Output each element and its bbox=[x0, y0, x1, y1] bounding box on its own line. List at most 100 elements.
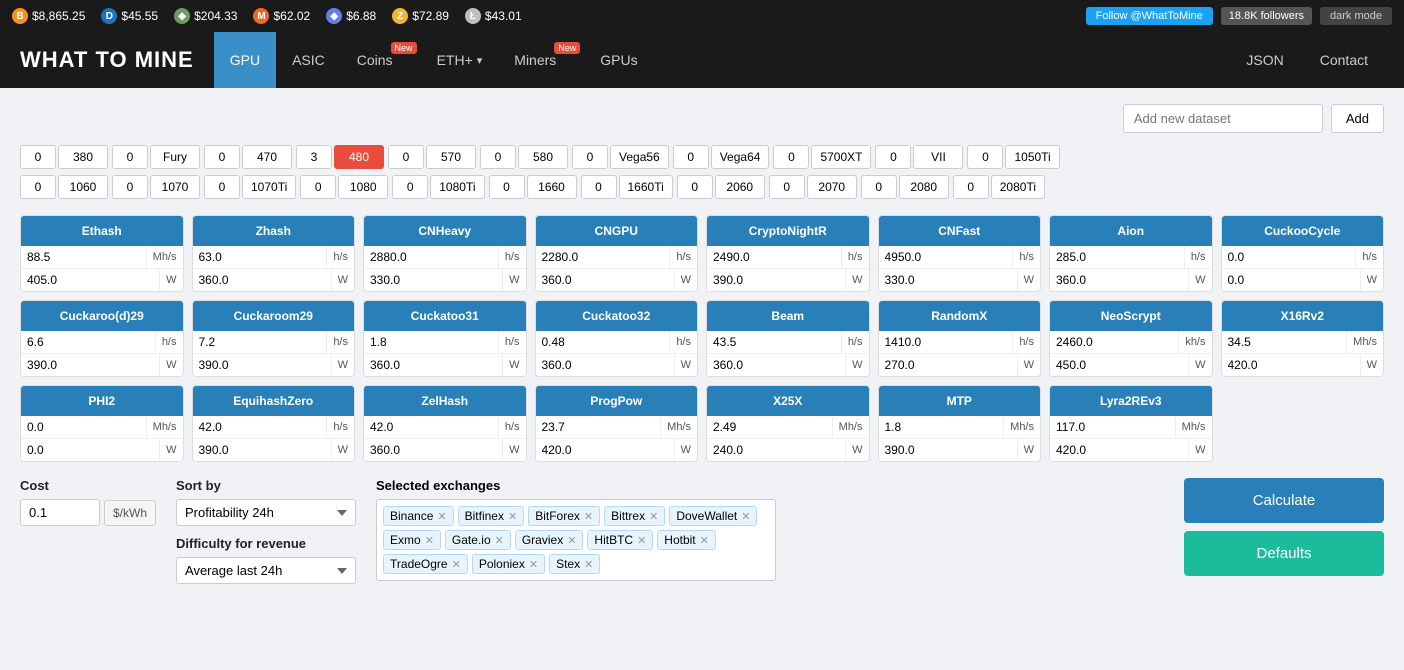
algo-power-input[interactable] bbox=[364, 269, 503, 291]
algo-hashrate-input[interactable] bbox=[879, 331, 1014, 353]
algo-header[interactable]: RandomX bbox=[879, 301, 1041, 331]
gpu-count-input[interactable] bbox=[20, 145, 56, 169]
cost-input[interactable] bbox=[20, 499, 100, 526]
algo-power-input[interactable] bbox=[193, 439, 332, 461]
follow-button[interactable]: Follow @WhatToMine bbox=[1086, 7, 1213, 25]
gpu-count-input[interactable] bbox=[769, 175, 805, 199]
exchange-remove-button[interactable]: ✕ bbox=[437, 510, 446, 523]
algo-power-input[interactable] bbox=[1222, 354, 1361, 376]
algo-power-input[interactable] bbox=[1222, 269, 1361, 291]
algo-hashrate-input[interactable] bbox=[1050, 246, 1185, 268]
algo-header[interactable]: CNGPU bbox=[536, 216, 698, 246]
gpu-count-input[interactable] bbox=[300, 175, 336, 199]
exchange-remove-button[interactable]: ✕ bbox=[452, 558, 461, 571]
algo-power-input[interactable] bbox=[879, 269, 1018, 291]
algo-header[interactable]: Cuckaroo(d)29 bbox=[21, 301, 183, 331]
algo-power-input[interactable] bbox=[707, 269, 846, 291]
sortby-select[interactable]: Profitability 24hProfitability 1hRevenue… bbox=[176, 499, 356, 526]
exchange-remove-button[interactable]: ✕ bbox=[495, 534, 504, 547]
algo-header[interactable]: Cuckaroom29 bbox=[193, 301, 355, 331]
algo-power-input[interactable] bbox=[193, 269, 332, 291]
gpu-count-input[interactable] bbox=[861, 175, 897, 199]
gpu-count-input[interactable] bbox=[489, 175, 525, 199]
algo-power-input[interactable] bbox=[1050, 354, 1189, 376]
calculate-button[interactable]: Calculate bbox=[1184, 478, 1384, 523]
gpu-count-input[interactable] bbox=[296, 145, 332, 169]
gpu-count-input[interactable] bbox=[112, 145, 148, 169]
nav-eth-plus[interactable]: ETH+ ▾ bbox=[421, 32, 499, 88]
gpu-count-input[interactable] bbox=[392, 175, 428, 199]
gpu-count-input[interactable] bbox=[581, 175, 617, 199]
gpu-count-input[interactable] bbox=[677, 175, 713, 199]
gpu-count-input[interactable] bbox=[673, 145, 709, 169]
gpu-count-input[interactable] bbox=[388, 145, 424, 169]
algo-header[interactable]: X16Rv2 bbox=[1222, 301, 1384, 331]
exchange-remove-button[interactable]: ✕ bbox=[425, 534, 434, 547]
algo-power-input[interactable] bbox=[536, 439, 675, 461]
exchange-remove-button[interactable]: ✕ bbox=[567, 534, 576, 547]
nav-gpu[interactable]: GPU bbox=[214, 32, 276, 88]
exchange-remove-button[interactable]: ✕ bbox=[584, 558, 593, 571]
algo-hashrate-input[interactable] bbox=[21, 246, 147, 268]
algo-power-input[interactable] bbox=[536, 269, 675, 291]
algo-header[interactable]: Cuckatoo32 bbox=[536, 301, 698, 331]
algo-hashrate-input[interactable] bbox=[364, 246, 499, 268]
algo-power-input[interactable] bbox=[707, 439, 846, 461]
algo-hashrate-input[interactable] bbox=[536, 331, 671, 353]
algo-header[interactable]: Zhash bbox=[193, 216, 355, 246]
algo-header[interactable]: CuckooCycle bbox=[1222, 216, 1384, 246]
algo-hashrate-input[interactable] bbox=[536, 246, 671, 268]
add-dataset-button[interactable]: Add bbox=[1331, 104, 1384, 133]
algo-hashrate-input[interactable] bbox=[1222, 331, 1348, 353]
algo-header[interactable]: EquihashZero bbox=[193, 386, 355, 416]
algo-header[interactable]: CNFast bbox=[879, 216, 1041, 246]
nav-gpus[interactable]: GPUs bbox=[584, 32, 653, 88]
algo-hashrate-input[interactable] bbox=[1222, 246, 1357, 268]
algo-hashrate-input[interactable] bbox=[1050, 416, 1176, 438]
algo-header[interactable]: Lyra2REv3 bbox=[1050, 386, 1212, 416]
exchange-remove-button[interactable]: ✕ bbox=[508, 510, 517, 523]
algo-header[interactable]: NeoScrypt bbox=[1050, 301, 1212, 331]
algo-hashrate-input[interactable] bbox=[879, 416, 1005, 438]
algo-hashrate-input[interactable] bbox=[364, 416, 499, 438]
algo-power-input[interactable] bbox=[364, 439, 503, 461]
algo-hashrate-input[interactable] bbox=[707, 246, 842, 268]
gpu-count-input[interactable] bbox=[773, 145, 809, 169]
darkmode-button[interactable]: dark mode bbox=[1320, 7, 1392, 25]
algo-header[interactable]: CryptoNightR bbox=[707, 216, 869, 246]
nav-coins[interactable]: Coins New bbox=[341, 32, 421, 88]
exchange-remove-button[interactable]: ✕ bbox=[741, 510, 750, 523]
algo-power-input[interactable] bbox=[879, 354, 1018, 376]
algo-hashrate-input[interactable] bbox=[707, 416, 833, 438]
algo-power-input[interactable] bbox=[21, 439, 160, 461]
algo-power-input[interactable] bbox=[364, 354, 503, 376]
nav-json[interactable]: JSON bbox=[1230, 32, 1299, 88]
gpu-count-input[interactable] bbox=[20, 175, 56, 199]
algo-hashrate-input[interactable] bbox=[21, 416, 147, 438]
nav-asic[interactable]: ASIC bbox=[276, 32, 341, 88]
algo-header[interactable]: Ethash bbox=[21, 216, 183, 246]
algo-power-input[interactable] bbox=[193, 354, 332, 376]
algo-power-input[interactable] bbox=[21, 269, 160, 291]
algo-power-input[interactable] bbox=[707, 354, 846, 376]
gpu-count-input[interactable] bbox=[112, 175, 148, 199]
algo-header[interactable]: Beam bbox=[707, 301, 869, 331]
algo-header[interactable]: ZelHash bbox=[364, 386, 526, 416]
gpu-count-input[interactable] bbox=[967, 145, 1003, 169]
gpu-count-input[interactable] bbox=[204, 145, 240, 169]
nav-miners[interactable]: Miners New bbox=[498, 32, 584, 88]
algo-power-input[interactable] bbox=[1050, 439, 1189, 461]
exchange-remove-button[interactable]: ✕ bbox=[584, 510, 593, 523]
algo-header[interactable]: X25X bbox=[707, 386, 869, 416]
algo-hashrate-input[interactable] bbox=[21, 331, 156, 353]
algo-power-input[interactable] bbox=[1050, 269, 1189, 291]
exchange-remove-button[interactable]: ✕ bbox=[649, 510, 658, 523]
algo-power-input[interactable] bbox=[21, 354, 160, 376]
difficulty-select[interactable]: Average last 24hCurrentAverage last 3 da… bbox=[176, 557, 356, 584]
algo-power-input[interactable] bbox=[879, 439, 1018, 461]
dataset-input[interactable] bbox=[1123, 104, 1323, 133]
gpu-count-input[interactable] bbox=[572, 145, 608, 169]
algo-header[interactable]: PHI2 bbox=[21, 386, 183, 416]
algo-hashrate-input[interactable] bbox=[879, 246, 1014, 268]
algo-header[interactable]: ProgPow bbox=[536, 386, 698, 416]
